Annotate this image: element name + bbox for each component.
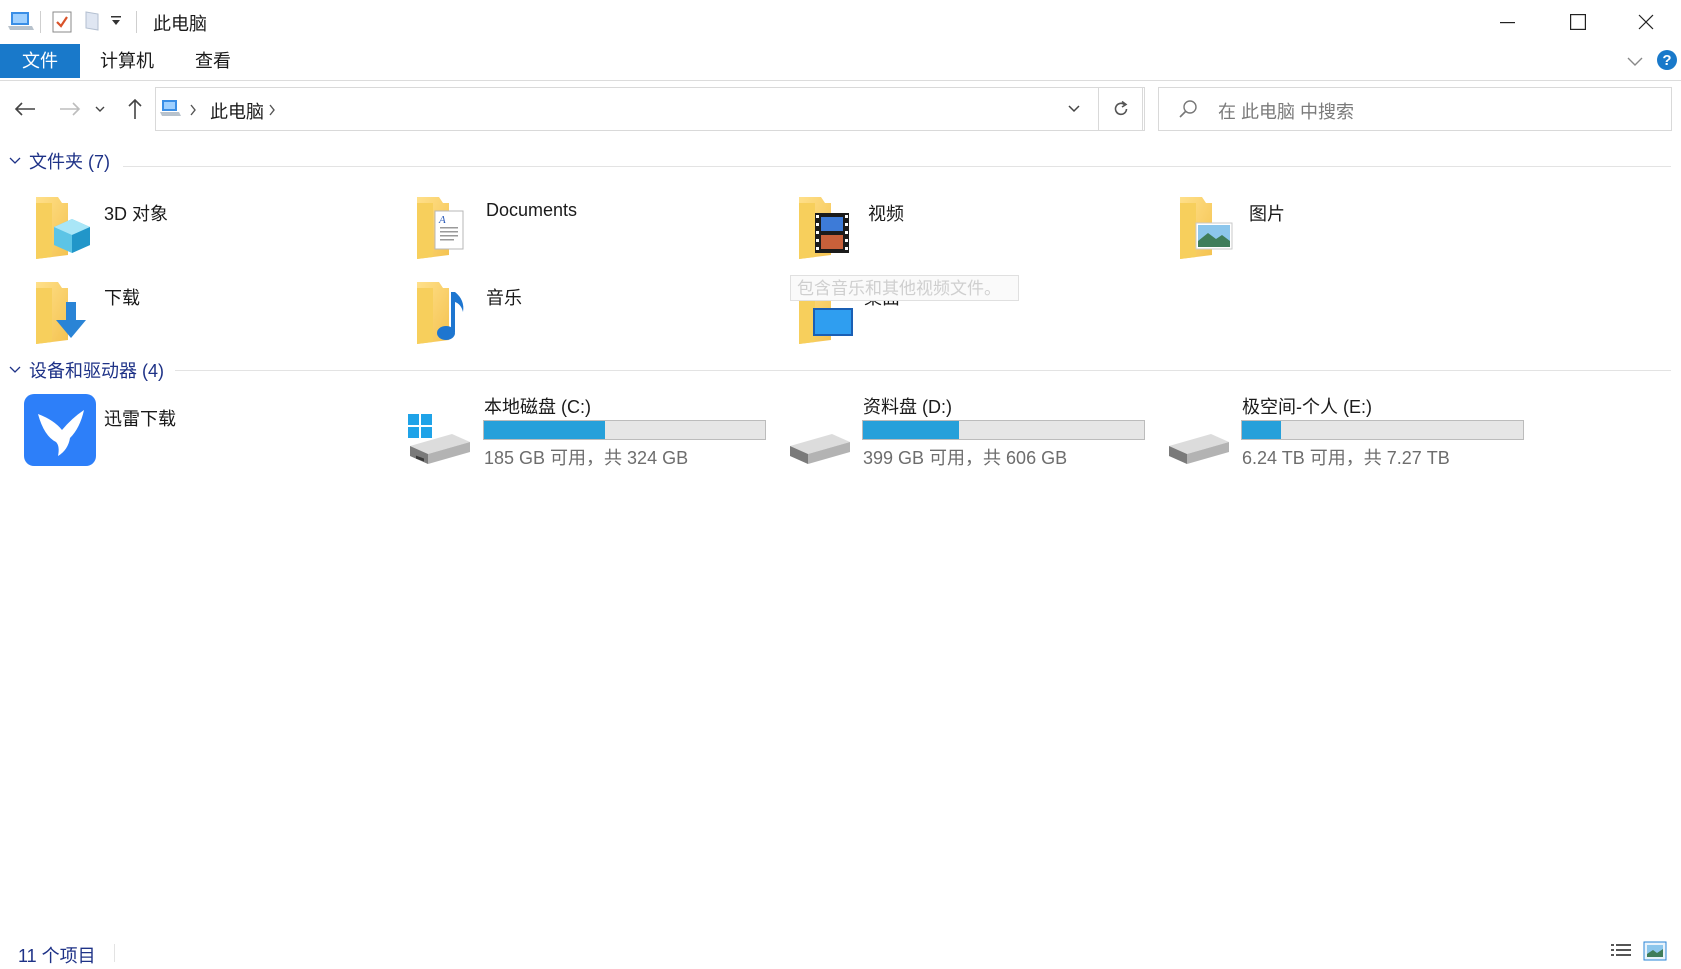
documents-folder-icon: A	[417, 197, 464, 259]
collapse-chevron-icon	[9, 366, 21, 373]
breadcrumb-this-pc[interactable]: 此电脑	[210, 98, 264, 124]
drive-space: 185 GB 可用，共 324 GB	[484, 448, 689, 468]
folder-label[interactable]: 下载	[104, 284, 140, 310]
app-xunlei[interactable]	[24, 394, 96, 466]
breadcrumb-chevron-icon[interactable]	[268, 103, 276, 121]
3d-objects-folder-icon	[36, 197, 90, 259]
drive-usage-fill	[863, 421, 959, 439]
app-label[interactable]: 迅雷下载	[104, 405, 176, 431]
drive-usage-fill	[1242, 421, 1282, 439]
help-icon[interactable]: ?	[1656, 49, 1678, 76]
drive-name[interactable]: 极空间-个人 (E:)	[1242, 393, 1372, 419]
chevron-down-icon	[95, 106, 105, 112]
drive-d[interactable]	[786, 424, 852, 464]
qat-separator	[40, 11, 41, 33]
forward-arrow-icon	[60, 102, 81, 116]
drive-icon	[1169, 434, 1229, 464]
refresh-button[interactable]	[1099, 87, 1143, 131]
music-folder-icon	[417, 282, 464, 344]
folder-label[interactable]: Documents	[486, 200, 577, 221]
drive-c[interactable]	[406, 412, 472, 464]
videos-folder-icon	[799, 197, 849, 259]
downloads-folder-icon	[36, 282, 86, 344]
devices-group-title: 设备和驱动器 (4)	[29, 361, 164, 381]
maximize-button[interactable]	[1543, 0, 1613, 44]
status-item-count: 11 个项目	[18, 946, 96, 966]
this-pc-small-icon	[160, 99, 182, 122]
folder-label[interactable]: 3D 对象	[104, 200, 168, 226]
minimize-icon	[1500, 22, 1515, 24]
drive-usage-fill	[484, 421, 605, 439]
group-divider	[123, 166, 1671, 167]
close-icon	[1638, 14, 1654, 30]
title-bar: 此电脑	[0, 0, 1681, 44]
folder-tooltip: 包含音乐和其他视频文件。	[790, 275, 1019, 301]
back-button[interactable]	[11, 94, 39, 124]
folder-label[interactable]: 视频	[868, 200, 904, 226]
drive-space: 6.24 TB 可用，共 7.27 TB	[1242, 448, 1450, 468]
devices-group-header[interactable]: 设备和驱动器 (4)	[8, 357, 164, 383]
folder-music[interactable]	[413, 278, 475, 348]
ribbon: 文件 计算机 查看 ?	[0, 44, 1681, 81]
svg-text:?: ?	[1662, 52, 1671, 69]
qat-separator	[136, 11, 137, 33]
drive-usage-bar	[1241, 420, 1524, 440]
customize-qat-icon[interactable]	[110, 14, 122, 33]
forward-button[interactable]	[56, 94, 84, 124]
drive-name[interactable]: 资料盘 (D:)	[863, 393, 952, 419]
folder-pictures[interactable]	[1176, 193, 1238, 263]
pictures-folder-icon	[1180, 197, 1233, 259]
drive-e[interactable]	[1165, 424, 1231, 464]
details-view-icon[interactable]	[1610, 942, 1632, 965]
svg-text:A: A	[438, 214, 446, 226]
folder-3d-objects[interactable]	[32, 193, 94, 263]
this-pc-icon	[8, 10, 34, 37]
recent-locations-button[interactable]	[91, 94, 109, 124]
window-title: 此电脑	[153, 14, 207, 34]
properties-icon[interactable]	[52, 10, 72, 39]
folder-videos[interactable]	[795, 193, 857, 263]
maximize-icon	[1570, 14, 1586, 30]
group-divider	[175, 370, 1671, 371]
windows-drive-icon	[408, 414, 470, 464]
expand-ribbon-icon[interactable]	[1626, 54, 1644, 73]
drive-space: 399 GB 可用，共 606 GB	[863, 448, 1068, 468]
minimize-button[interactable]	[1473, 0, 1543, 44]
folders-group-header[interactable]: 文件夹 (7)	[8, 148, 110, 174]
folder-documents[interactable]: A	[413, 193, 475, 263]
new-folder-icon[interactable]	[84, 11, 100, 36]
drive-usage-bar	[483, 420, 766, 440]
drive-icon	[790, 434, 850, 464]
tab-view[interactable]: 查看	[175, 44, 251, 78]
search-input[interactable]: 在 此电脑 中搜索	[1218, 98, 1354, 124]
up-button[interactable]	[121, 94, 149, 124]
folder-downloads[interactable]	[32, 278, 94, 348]
folders-group-title: 文件夹 (7)	[29, 152, 110, 172]
tab-computer[interactable]: 计算机	[80, 44, 174, 78]
tab-file[interactable]: 文件	[0, 44, 80, 78]
folder-label[interactable]: 音乐	[486, 284, 522, 310]
address-history-button[interactable]	[1050, 87, 1099, 131]
address-bar[interactable]	[155, 87, 1145, 131]
up-arrow-icon	[128, 98, 142, 119]
folder-label[interactable]: 图片	[1249, 200, 1285, 226]
collapse-chevron-icon	[9, 157, 21, 164]
breadcrumb-chevron-icon[interactable]	[189, 103, 197, 121]
back-arrow-icon	[14, 102, 35, 116]
status-separator	[114, 944, 115, 962]
large-icons-view-icon[interactable]	[1643, 941, 1667, 966]
search-icon	[1178, 99, 1198, 124]
drive-name[interactable]: 本地磁盘 (C:)	[484, 393, 591, 419]
xunlei-icon	[24, 394, 96, 466]
refresh-icon	[1114, 100, 1127, 116]
close-button[interactable]	[1611, 0, 1681, 44]
drive-usage-bar	[862, 420, 1145, 440]
chevron-down-icon	[1068, 105, 1080, 113]
